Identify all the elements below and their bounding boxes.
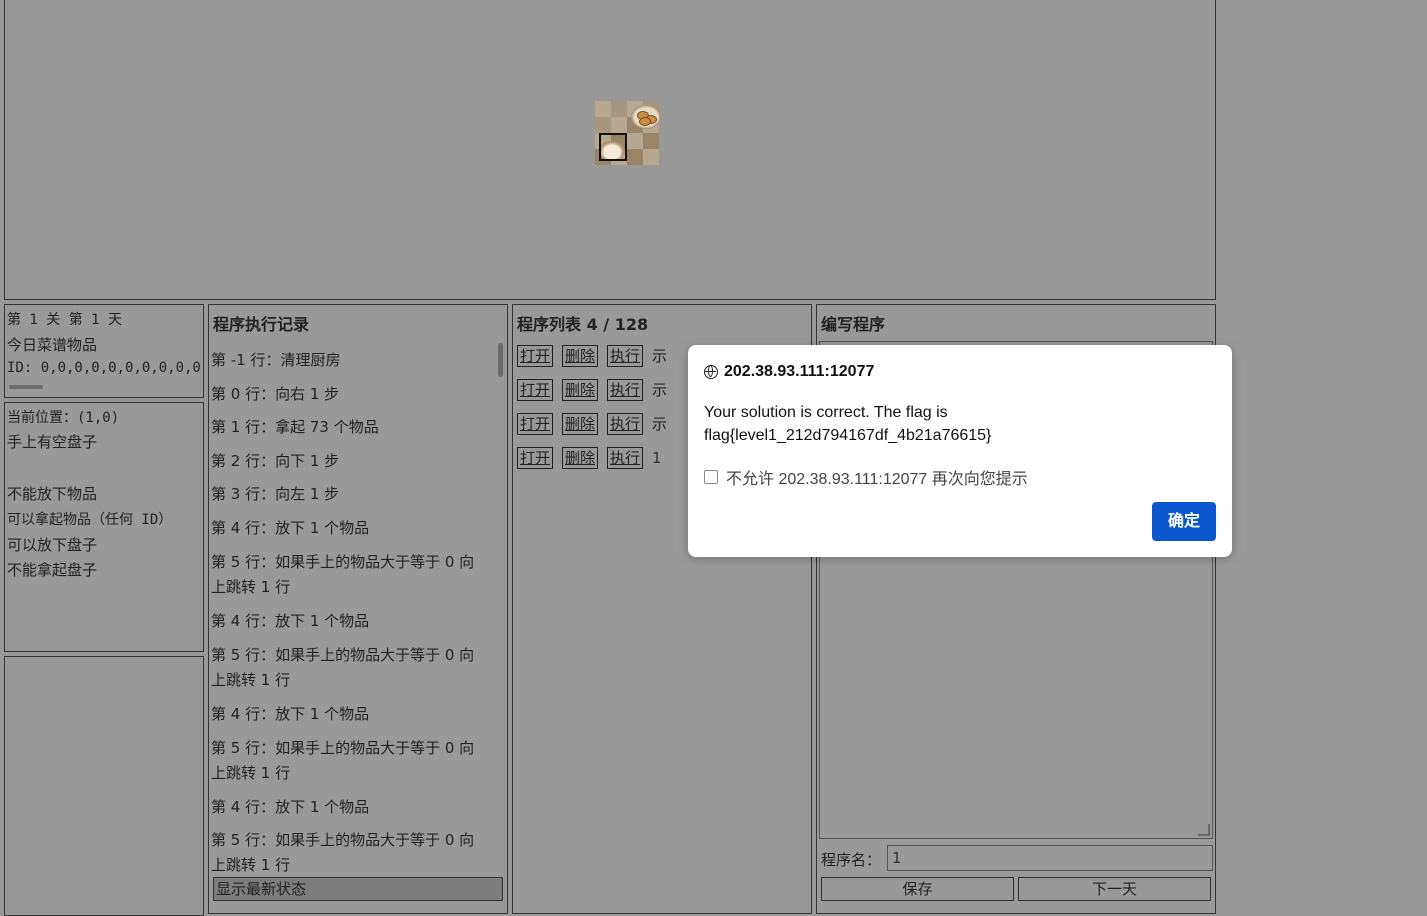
open-program-button[interactable]: 打开 [517, 413, 554, 435]
rule-line: 不能拿起盘子 [7, 561, 98, 579]
log-entry: 第 5 行：如果手上的物品大于等于 0 向上跳转 1 行 [211, 831, 475, 874]
log-entry: 第 3 行：向左 1 步 [211, 485, 340, 503]
run-program-button[interactable]: 执行 [607, 447, 644, 469]
log-entry: 第 1 行：拿起 73 个物品 [211, 418, 379, 436]
alert-dialog: 202.38.93.111:12077 Your solution is cor… [688, 345, 1232, 557]
editor-title: 编写程序 [821, 315, 886, 334]
chef-position-marker [599, 133, 627, 161]
hand-status: 手上有空盘子 [7, 433, 98, 451]
log-entry: 第 4 行：放下 1 个物品 [211, 519, 370, 537]
program-name: 示 [652, 347, 668, 365]
delete-program-button[interactable]: 删除 [562, 447, 599, 469]
program-list-title: 程序列表 4 / 128 [517, 315, 649, 334]
run-program-button[interactable]: 执行 [607, 345, 644, 367]
bread-bowl-icon [631, 105, 661, 129]
save-button[interactable]: 保存 [821, 877, 1014, 901]
program-name: 1 [652, 449, 662, 467]
level-day-label: 第 1 关 第 1 天 [7, 312, 123, 328]
kitchen-grid [595, 101, 661, 165]
log-entry: 第 2 行：向下 1 步 [211, 452, 340, 470]
log-scrollbar[interactable] [498, 343, 503, 377]
suppress-dialogs-label[interactable]: 不允许 202.38.93.111:12077 再次向您提示 [726, 465, 1028, 489]
log-title: 程序执行记录 [213, 315, 310, 334]
log-entry: 第 4 行：放下 1 个物品 [211, 612, 370, 630]
program-row: 打开 删除 执行示 [517, 379, 667, 405]
program-name: 示 [652, 381, 668, 399]
program-row: 打开 删除 执行 1 [517, 447, 662, 473]
recipe-id-list: ID: 0,0,0,0,0,0,0,0,0,0,0,0,0 [7, 360, 203, 376]
program-row: 打开 删除 执行示 [517, 413, 667, 439]
show-latest-state-button[interactable]: 显示最新状态 [213, 877, 503, 901]
log-entry: 第 5 行：如果手上的物品大于等于 0 向上跳转 1 行 [211, 553, 475, 596]
dialog-origin: 202.38.93.111:12077 [704, 363, 874, 381]
run-program-button[interactable]: 执行 [607, 413, 644, 435]
run-program-button[interactable]: 执行 [607, 379, 644, 401]
recipe-label: 今日菜谱物品 [7, 336, 98, 354]
next-day-button[interactable]: 下一天 [1018, 877, 1211, 901]
blank-panel [4, 656, 204, 916]
log-entry: 第 0 行：向右 1 步 [211, 385, 340, 403]
rule-line: 可以放下盘子 [7, 536, 98, 554]
dialog-origin-text: 202.38.93.111:12077 [724, 363, 875, 380]
open-program-button[interactable]: 打开 [517, 447, 554, 469]
delete-program-button[interactable]: 删除 [562, 379, 599, 401]
open-program-button[interactable]: 打开 [517, 345, 554, 367]
delete-program-button[interactable]: 删除 [562, 345, 599, 367]
log-entry: 第 4 行：放下 1 个物品 [211, 705, 370, 723]
suppress-dialogs-checkbox[interactable] [704, 470, 718, 484]
horizontal-scrollbar[interactable] [9, 385, 43, 389]
globe-icon [704, 365, 718, 379]
resize-handle-icon[interactable] [1198, 824, 1210, 836]
chef-state-panel: 当前位置：(1,0) 手上有空盘子 不能放下物品 可以拿起物品（任何 ID） 可… [4, 402, 204, 652]
suppress-dialogs-row[interactable]: 不允许 202.38.93.111:12077 再次向您提示 [704, 465, 1028, 489]
rule-line: 可以拿起物品（任何 ID） [7, 512, 173, 528]
log-entry: 第 5 行：如果手上的物品大于等于 0 向上跳转 1 行 [211, 646, 475, 689]
program-name-label: 程序名： [821, 851, 882, 869]
open-program-button[interactable]: 打开 [517, 379, 554, 401]
current-position: 当前位置：(1,0) [7, 410, 120, 426]
log-entry: 第 5 行：如果手上的物品大于等于 0 向上跳转 1 行 [211, 739, 475, 782]
delete-program-button[interactable]: 删除 [562, 413, 599, 435]
log-entry: 第 -1 行：清理厨房 [211, 351, 341, 369]
program-name: 示 [652, 415, 668, 433]
ok-button[interactable]: 确定 [1152, 502, 1216, 541]
log-entry: 第 4 行：放下 1 个物品 [211, 798, 370, 816]
game-canvas [4, 0, 1216, 300]
rule-line: 不能放下物品 [7, 485, 98, 503]
level-info-panel: 第 1 关 第 1 天 今日菜谱物品 ID: 0,0,0,0,0,0,0,0,0… [4, 304, 204, 398]
program-name-input[interactable]: 1 [887, 845, 1213, 871]
dialog-message: Your solution is correct. The flag is fl… [704, 404, 992, 444]
program-row: 打开 删除 执行示 [517, 345, 667, 371]
execution-log-panel: 程序执行记录 第 -1 行：清理厨房 第 0 行：向右 1 步 第 1 行：拿起… [208, 304, 508, 914]
